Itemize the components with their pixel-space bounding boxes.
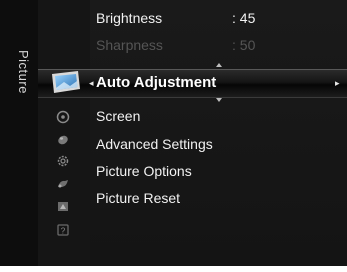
support-icon[interactable]: ? [56, 223, 70, 237]
menu-item-screen[interactable]: Screen [96, 108, 140, 124]
tv-menu-screen: Picture Brightness : 45 Sharpness : 50 ◂… [0, 0, 347, 272]
left-arrow-icon[interactable]: ◂ [89, 78, 94, 89]
scroll-up-icon[interactable] [216, 63, 222, 67]
category-label: Picture [16, 50, 31, 94]
bottom-edge [0, 266, 347, 272]
svg-text:?: ? [61, 227, 66, 236]
right-arrow-icon[interactable]: ▸ [335, 78, 340, 89]
menu-item-picture-options[interactable]: Picture Options [96, 163, 192, 179]
scroll-down-icon[interactable] [216, 98, 222, 102]
sound-icon[interactable] [56, 110, 70, 124]
category-tab: Picture [0, 0, 39, 266]
sharpness-value: : 50 [232, 37, 256, 53]
menu-item-label: Sharpness [96, 37, 163, 53]
picture-icon[interactable] [48, 69, 84, 97]
input-icon[interactable] [56, 177, 70, 191]
menu-item-picture-reset[interactable]: Picture Reset [96, 190, 180, 206]
menu-item-advanced-settings[interactable]: Advanced Settings [96, 136, 213, 152]
brightness-value: : 45 [232, 10, 256, 26]
menu-item-sharpness[interactable]: Sharpness [96, 37, 163, 53]
application-icon[interactable] [56, 200, 70, 214]
setup-icon[interactable] [56, 154, 70, 168]
menu-item-label: Brightness [96, 10, 163, 26]
menu-item-auto-adjustment[interactable]: Auto Adjustment [96, 74, 216, 91]
channel-icon[interactable] [56, 133, 70, 147]
menu-item-brightness[interactable]: Brightness [96, 10, 162, 26]
